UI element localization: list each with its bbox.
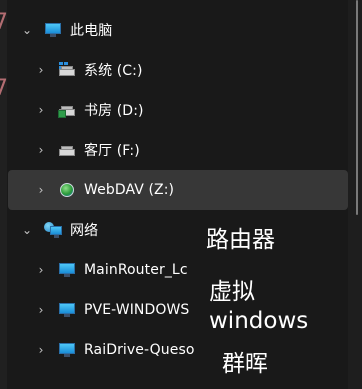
tree-item-label: 书房 (D:) bbox=[84, 103, 144, 119]
tree-item-raidrive[interactable]: › RaiDrive-Queso bbox=[8, 330, 348, 370]
book-drive-icon bbox=[58, 101, 76, 119]
tree-item-label: WebDAV (Z:) bbox=[84, 182, 175, 198]
left-gutter bbox=[0, 0, 7, 389]
network-icon bbox=[44, 221, 62, 239]
annotation-router: 路由器 bbox=[206, 227, 275, 253]
tree-item-label: MainRouter_Lc bbox=[84, 262, 188, 278]
tree-item-label: 此电脑 bbox=[70, 23, 113, 39]
chevron-right-icon[interactable]: › bbox=[34, 183, 48, 197]
tree-item-label: 系统 (C:) bbox=[84, 63, 143, 79]
tree-item-drive-d[interactable]: › 书房 (D:) bbox=[8, 90, 348, 130]
chevron-down-icon[interactable]: ⌄ bbox=[20, 23, 34, 37]
truncated-glyph: 7 bbox=[0, 76, 8, 101]
drive-icon bbox=[58, 141, 76, 159]
monitor-icon bbox=[58, 341, 76, 359]
truncated-glyph: 7 bbox=[0, 10, 8, 35]
annotation-windows: windows bbox=[209, 308, 309, 334]
tree-item-mainrouter[interactable]: › MainRouter_Lc bbox=[8, 250, 348, 290]
tree-item-label: PVE-WINDOWS bbox=[84, 302, 190, 318]
tree-item-drive-z[interactable]: › WebDAV (Z:) bbox=[8, 170, 348, 210]
chevron-right-icon[interactable]: › bbox=[34, 303, 48, 317]
tree-item-label: 客厅 (F:) bbox=[84, 143, 140, 159]
tree-item-drive-f[interactable]: › 客厅 (F:) bbox=[8, 130, 348, 170]
chevron-right-icon[interactable]: › bbox=[34, 63, 48, 77]
tree-item-label: 网络 bbox=[70, 223, 99, 239]
tree-item-label: RaiDrive-Queso bbox=[84, 342, 195, 358]
scrollbar-thumb[interactable] bbox=[356, 0, 358, 215]
monitor-icon bbox=[58, 301, 76, 319]
monitor-icon bbox=[58, 261, 76, 279]
annotation-synology: 群晖 bbox=[222, 351, 268, 377]
vertical-scrollbar[interactable] bbox=[348, 0, 362, 389]
tree-item-this-pc[interactable]: ⌄ 此电脑 bbox=[8, 10, 348, 50]
annotation-virtual: 虚拟 bbox=[209, 279, 255, 305]
chevron-down-icon[interactable]: ⌄ bbox=[20, 223, 34, 237]
chevron-right-icon[interactable]: › bbox=[34, 343, 48, 357]
chevron-right-icon[interactable]: › bbox=[34, 263, 48, 277]
tree-item-drive-c[interactable]: › 系统 (C:) bbox=[8, 50, 348, 90]
chevron-right-icon[interactable]: › bbox=[34, 103, 48, 117]
tree-item-network[interactable]: ⌄ 网络 bbox=[8, 210, 348, 250]
monitor-icon bbox=[44, 21, 62, 39]
webdav-globe-icon bbox=[58, 181, 76, 199]
system-drive-icon bbox=[58, 61, 76, 79]
chevron-right-icon[interactable]: › bbox=[34, 143, 48, 157]
